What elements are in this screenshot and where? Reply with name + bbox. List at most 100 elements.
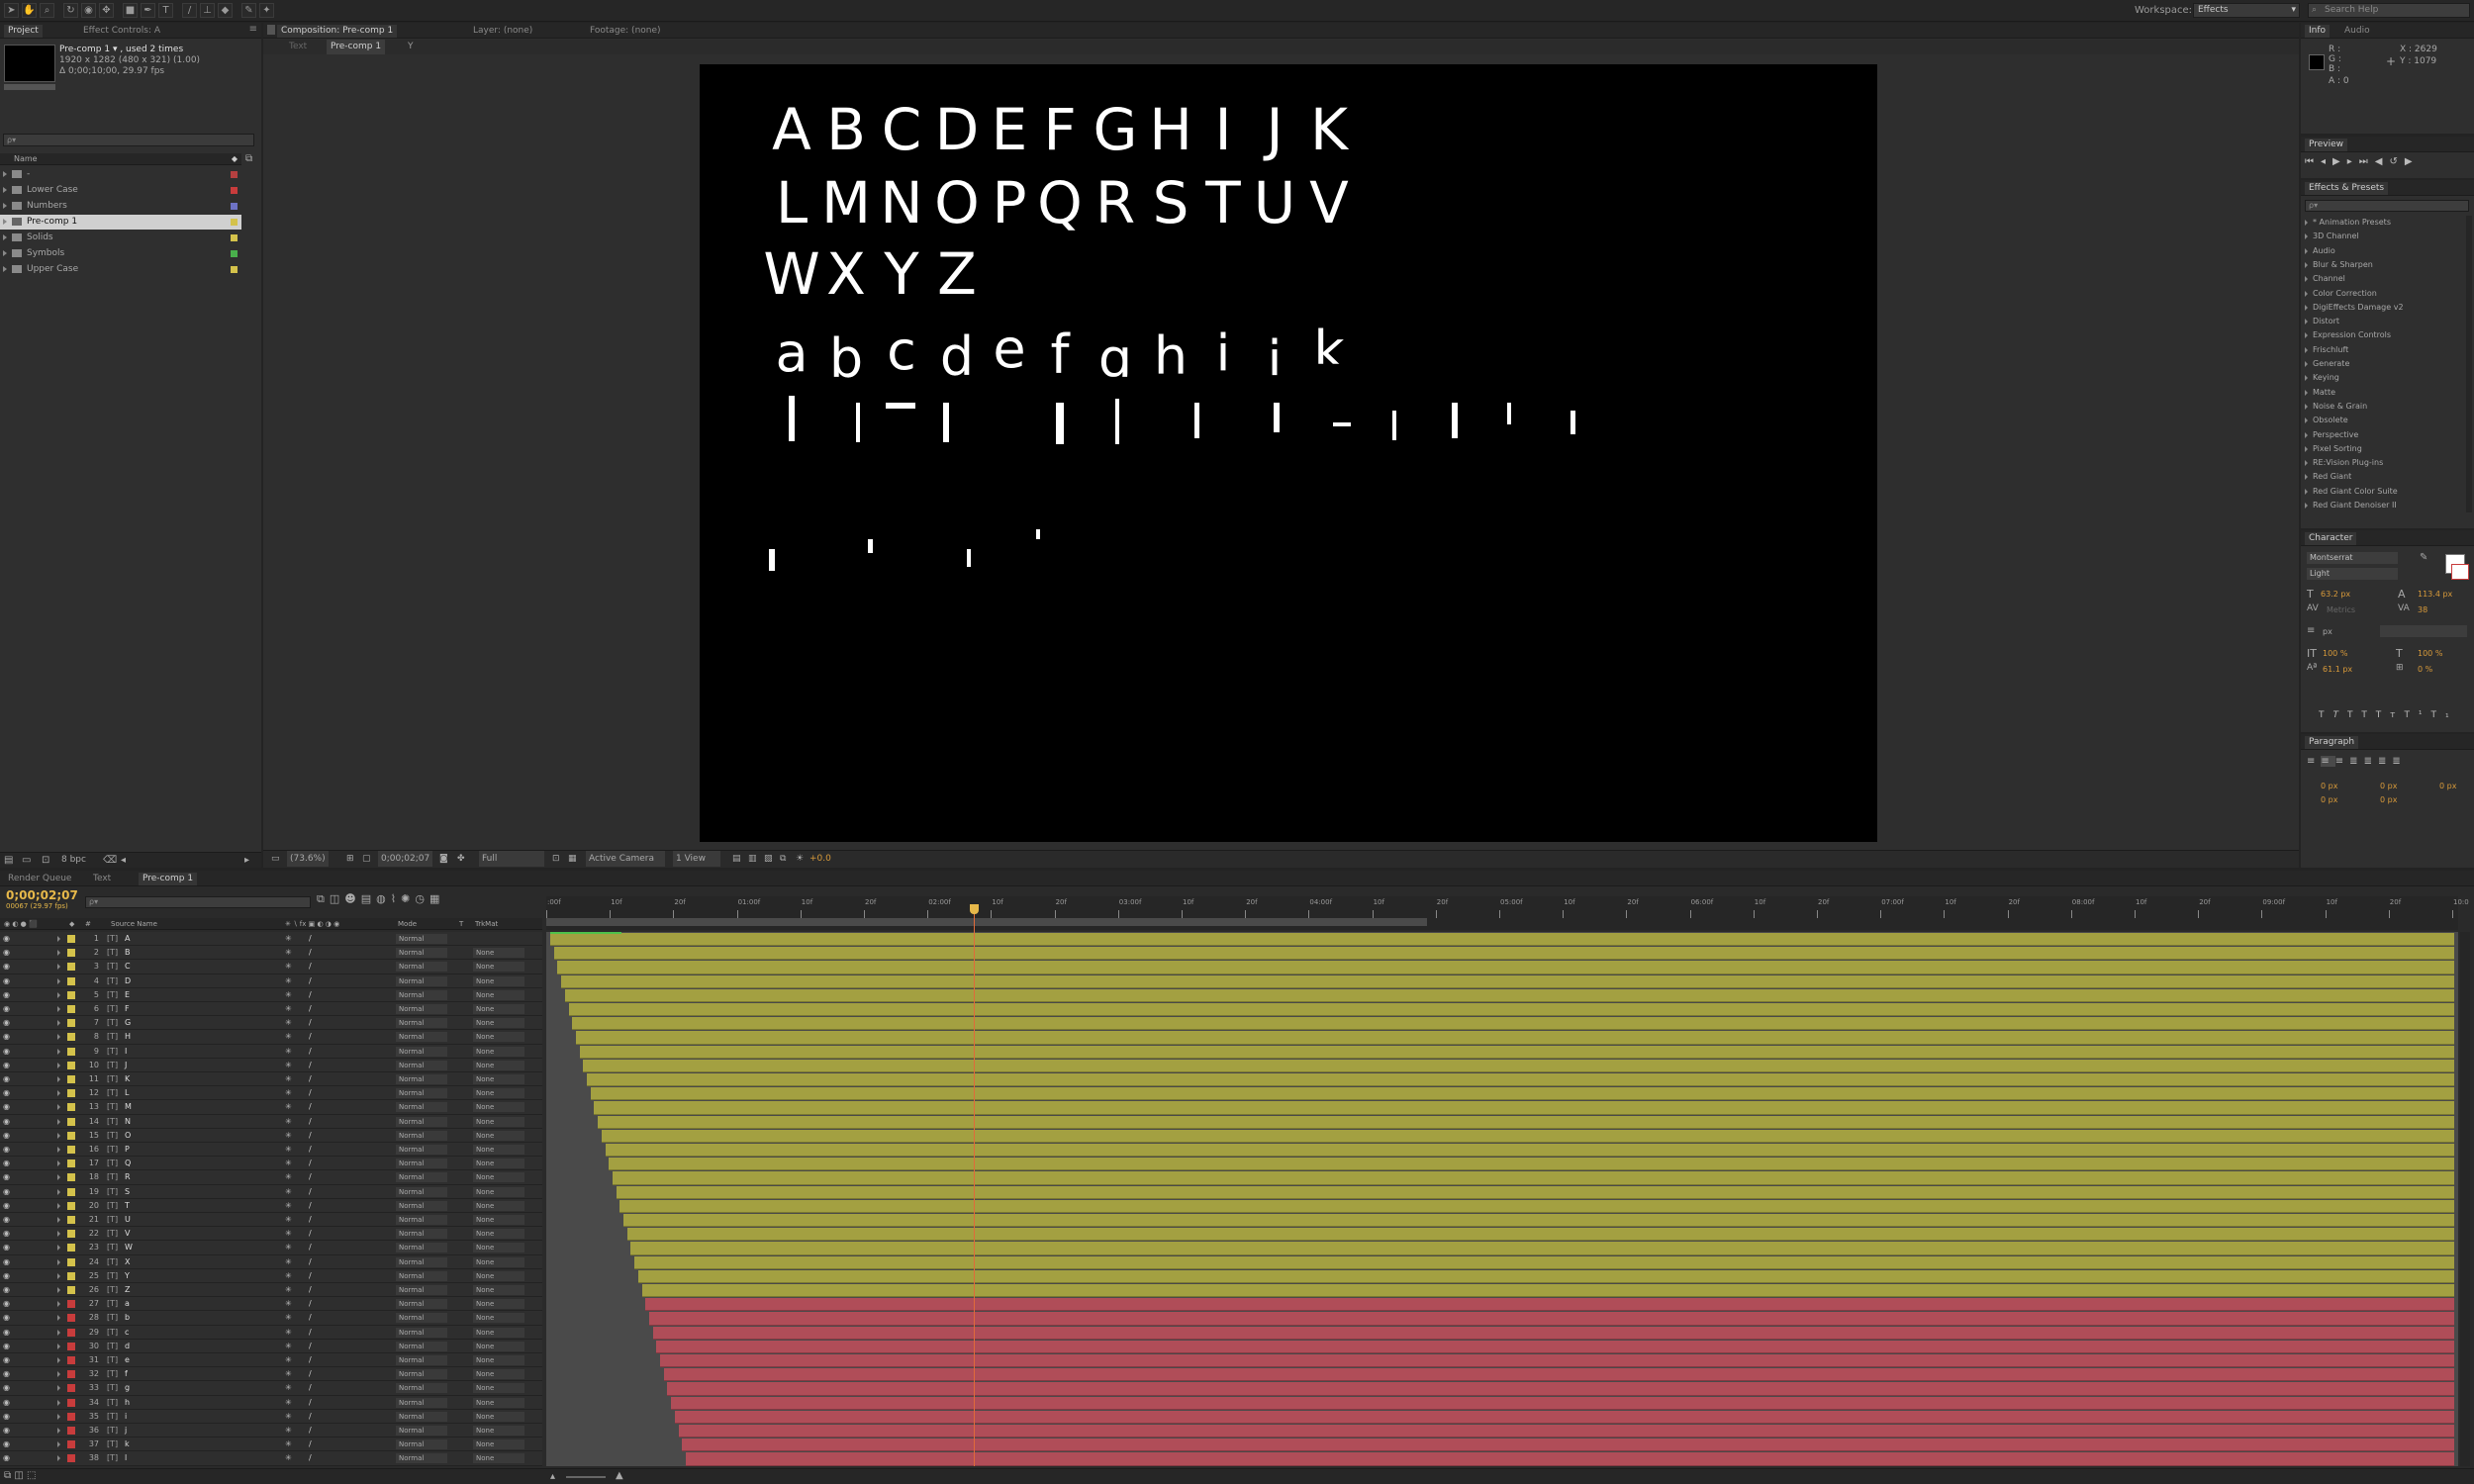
layer-duration-bar[interactable]	[564, 988, 2454, 1002]
layer-duration-bar[interactable]	[594, 1101, 2454, 1115]
trkmat-select[interactable]: None	[473, 975, 524, 986]
puppet-tool-icon[interactable]: ✦	[259, 3, 274, 18]
effect-category[interactable]: Matte	[2305, 386, 2465, 400]
channel-icon[interactable]: ✤	[457, 851, 465, 867]
trkmat-select[interactable]: None	[473, 1116, 524, 1127]
layer-duration-bar[interactable]	[572, 1017, 2454, 1031]
mode-select[interactable]: Normal	[396, 934, 447, 944]
layer-expand-icon[interactable]	[57, 1202, 60, 1209]
indent-first-value[interactable]: 0 px	[2439, 782, 2456, 790]
trkmat-select[interactable]: None	[473, 1426, 524, 1436]
trkmat-select[interactable]: None	[473, 1341, 524, 1351]
expand-arrow-icon[interactable]	[2305, 233, 2308, 240]
shy-switch-icon[interactable]: ✳	[285, 1129, 292, 1142]
space-after-value[interactable]: 0 px	[2380, 795, 2397, 804]
project-item[interactable]: Numbers	[0, 199, 241, 214]
selection-tool-icon[interactable]: ➤	[4, 3, 19, 18]
scroll-right-icon[interactable]: ▸	[244, 855, 249, 866]
delete-icon[interactable]: ⌫	[103, 855, 117, 866]
layer-expand-icon[interactable]	[57, 1315, 60, 1322]
layer-expand-icon[interactable]	[57, 936, 60, 942]
trkmat-select[interactable]: None	[473, 1243, 524, 1253]
visibility-eye-icon[interactable]: ◉	[3, 1311, 10, 1324]
trkmat-select[interactable]: None	[473, 1285, 524, 1295]
layer-duration-bar[interactable]	[623, 1214, 2454, 1228]
layer-label-swatch[interactable]	[67, 990, 75, 999]
trkmat-select[interactable]: None	[473, 1439, 524, 1450]
comp-lock-icon[interactable]	[267, 25, 275, 35]
layer-label-swatch[interactable]	[67, 1187, 75, 1196]
visibility-eye-icon[interactable]: ◉	[3, 1297, 10, 1310]
shy-switch-icon[interactable]: ✳	[285, 1451, 292, 1464]
expand-arrow-icon[interactable]	[2305, 431, 2308, 438]
layer-expand-icon[interactable]	[57, 1385, 60, 1392]
layer-label-swatch[interactable]	[67, 1201, 75, 1210]
layer-label-swatch[interactable]	[67, 1342, 75, 1350]
font-family-select[interactable]: Montserrat	[2307, 552, 2398, 564]
layer-row[interactable]: ◉ 19 [T] S ✳ / Normal None	[0, 1184, 542, 1199]
quality-switch-icon[interactable]: /	[309, 1045, 312, 1058]
shy-switch-icon[interactable]: ✳	[285, 1255, 292, 1268]
layer-duration-bar[interactable]	[667, 1382, 2454, 1396]
trkmat-select[interactable]: None	[473, 1172, 524, 1183]
layer-row[interactable]: ◉ 20 [T] T ✳ / Normal None	[0, 1198, 542, 1213]
quality-switch-icon[interactable]: /	[309, 1129, 312, 1142]
visibility-eye-icon[interactable]: ◉	[3, 1059, 10, 1071]
superscript-icon[interactable]: T¹	[2404, 710, 2430, 720]
layer-label-swatch[interactable]	[67, 1061, 75, 1069]
align-center-icon[interactable]: ≡	[2321, 756, 2335, 767]
quality-switch-icon[interactable]: /	[309, 946, 312, 959]
visibility-eye-icon[interactable]: ◉	[3, 1143, 10, 1156]
project-item[interactable]: Lower Case	[0, 183, 241, 198]
visibility-eye-icon[interactable]: ◉	[3, 1381, 10, 1394]
mode-select[interactable]: Normal	[396, 1046, 447, 1057]
layer-duration-bar[interactable]	[660, 1354, 2454, 1368]
trkmat-select[interactable]: None	[473, 1369, 524, 1380]
layer-duration-bar[interactable]	[678, 1425, 2454, 1438]
composition-canvas[interactable]: ABCDEFGHIJKLMNOPQRSTUVWXYZabcdefghijk	[700, 64, 1877, 842]
layer-expand-icon[interactable]	[57, 1147, 60, 1153]
layer-duration-bar[interactable]	[579, 1045, 2454, 1059]
ram-preview-icon[interactable]: ▶	[2405, 156, 2420, 167]
shy-switch-icon[interactable]: ✳	[285, 1438, 292, 1450]
layer-expand-icon[interactable]	[57, 991, 60, 998]
layer-expand-icon[interactable]	[57, 950, 60, 957]
motion-blur-icon[interactable]: ◍	[376, 892, 391, 905]
layer-duration-bar[interactable]	[641, 1284, 2454, 1298]
visibility-eye-icon[interactable]: ◉	[3, 1199, 10, 1212]
auto-keyframe-icon[interactable]: ◷	[415, 892, 429, 905]
interpret-footage-icon[interactable]: ▤	[4, 855, 13, 866]
layer-duration-bar[interactable]	[612, 1171, 2454, 1185]
visibility-eye-icon[interactable]: ◉	[3, 946, 10, 959]
visibility-eye-icon[interactable]: ◉	[3, 1045, 10, 1058]
layer-expand-icon[interactable]	[57, 1076, 60, 1082]
shy-switch-icon[interactable]: ✳	[285, 1340, 292, 1352]
mode-select[interactable]: Normal	[396, 975, 447, 986]
quality-switch-icon[interactable]: /	[309, 1002, 312, 1015]
graph-icon[interactable]: ▦	[429, 892, 444, 905]
tab-text[interactable]: Text	[89, 873, 115, 885]
layer-expand-icon[interactable]	[57, 1104, 60, 1111]
tsume-value[interactable]: 0 %	[2418, 665, 2432, 674]
layer-expand-icon[interactable]	[57, 1090, 60, 1097]
shy-switch-icon[interactable]: ✳	[285, 1170, 292, 1183]
trkmat-select[interactable]: None	[473, 1355, 524, 1365]
quality-switch-icon[interactable]: /	[309, 988, 312, 1001]
shy-switch-icon[interactable]: ✳	[285, 1353, 292, 1366]
font-size-value[interactable]: 63.2 px	[2321, 590, 2350, 599]
trkmat-select[interactable]: None	[473, 1130, 524, 1141]
hand-tool-icon[interactable]: ✋	[22, 3, 37, 18]
visibility-eye-icon[interactable]: ◉	[3, 932, 10, 945]
layer-row[interactable]: ◉ 15 [T] O ✳ / Normal None	[0, 1128, 542, 1143]
label-color-swatch[interactable]	[231, 250, 238, 257]
panel-menu-icon[interactable]: ≡	[249, 24, 257, 35]
visibility-eye-icon[interactable]: ◉	[3, 1269, 10, 1282]
layer-expand-icon[interactable]	[57, 1357, 60, 1363]
trkmat-select[interactable]: None	[473, 1411, 524, 1422]
layer-duration-bar[interactable]	[583, 1059, 2454, 1072]
mode-select[interactable]: Normal	[396, 989, 447, 1000]
visibility-eye-icon[interactable]: ◉	[3, 1170, 10, 1183]
loop-icon[interactable]: ↺	[2389, 156, 2404, 167]
layer-expand-icon[interactable]	[57, 1343, 60, 1349]
timeline-scrollbar[interactable]	[2460, 932, 2470, 1466]
